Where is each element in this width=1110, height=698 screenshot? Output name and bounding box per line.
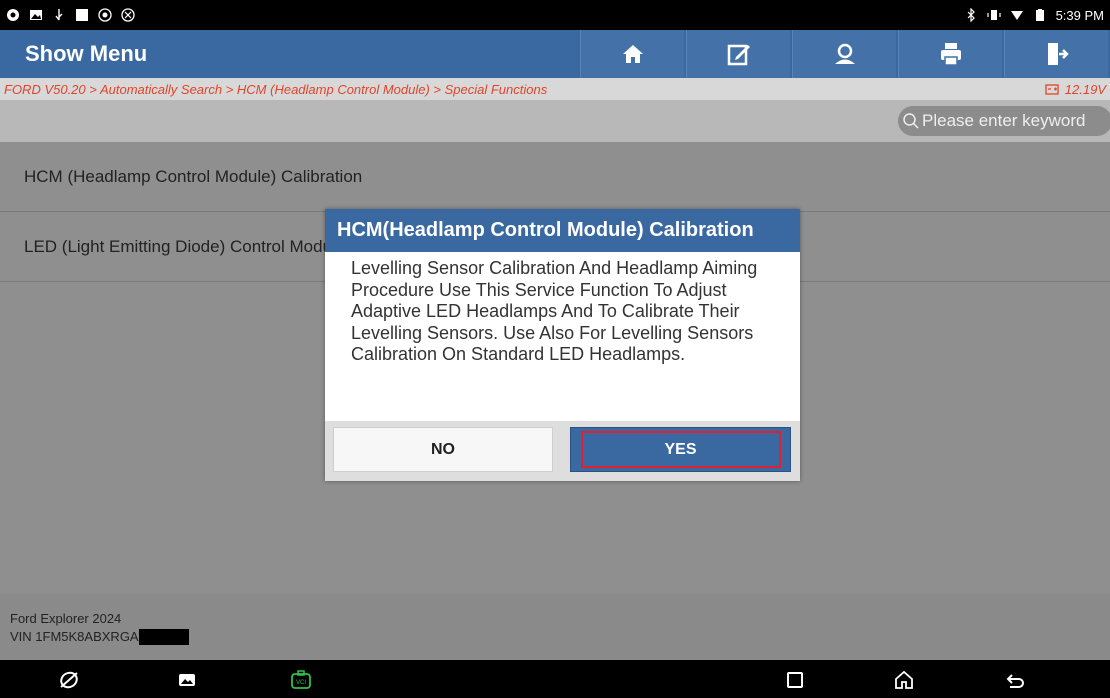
dialog-message: Levelling Sensor Calibration And Headlam…	[351, 258, 758, 364]
no-button[interactable]: NO	[333, 427, 553, 472]
home-nav-icon[interactable]	[893, 669, 915, 691]
home-button[interactable]	[580, 30, 684, 78]
calibration-dialog: HCM(Headlamp Control Module) Calibration…	[325, 209, 800, 481]
support-button[interactable]	[792, 30, 896, 78]
app-header: Show Menu	[0, 30, 1110, 78]
voltage-value: 12.19V	[1064, 81, 1106, 97]
status-bar: 5:39 PM	[0, 0, 1110, 30]
status-icons-right: 5:39 PM	[964, 8, 1104, 23]
square-icon	[75, 8, 89, 22]
edit-button[interactable]	[686, 30, 790, 78]
record-icon	[98, 8, 112, 22]
search-strip	[0, 100, 1110, 142]
vehicle-model: Ford Explorer 2024	[10, 611, 122, 626]
page-title: Show Menu	[25, 41, 148, 66]
usb-icon	[52, 8, 66, 22]
home-icon	[622, 45, 643, 63]
search-input[interactable]	[922, 111, 1110, 131]
bluetooth-off-icon	[121, 8, 135, 22]
toolbar	[580, 30, 1110, 78]
edit-icon	[727, 44, 750, 66]
gallery-icon[interactable]	[176, 669, 198, 691]
menu-item-hcm-calibration[interactable]: HCM (Headlamp Control Module) Calibratio…	[0, 142, 1110, 212]
exit-button[interactable]	[1004, 30, 1108, 78]
dialog-actions: NO YES	[325, 421, 800, 481]
status-icons-left	[6, 8, 135, 22]
voltage-indicator: 12.19V	[1045, 82, 1106, 97]
browser-icon[interactable]	[58, 669, 80, 691]
exit-icon	[1047, 43, 1069, 65]
search-box[interactable]	[898, 106, 1110, 136]
print-button[interactable]	[898, 30, 1002, 78]
dialog-title: HCM(Headlamp Control Module) Calibration	[325, 209, 800, 252]
yes-button-highlight	[581, 431, 781, 468]
nav-bar: VCI	[0, 660, 1110, 698]
recent-apps-icon[interactable]	[784, 669, 806, 691]
menu-item-label: LED (Light Emitting Diode) Control Modul…	[24, 236, 346, 256]
status-time: 5:39 PM	[1055, 7, 1104, 23]
no-button-label: NO	[431, 440, 455, 458]
image-icon	[29, 8, 43, 22]
vci-icon[interactable]: VCI	[290, 669, 312, 691]
vin-redaction	[138, 629, 189, 645]
search-icon	[903, 113, 919, 129]
vehicle-vin: VIN 1FM5K8ABXRGA	[10, 629, 139, 644]
wifi-icon	[1010, 8, 1024, 22]
vibrate-icon	[986, 8, 1001, 22]
breadcrumb: FORD V50.20 > Automatically Search > HCM…	[4, 81, 548, 97]
chrome-icon	[6, 8, 20, 22]
vin-line: VIN 1FM5K8ABXRGA	[10, 628, 1110, 646]
svg-text:VCI: VCI	[296, 680, 306, 686]
vehicle-info: Ford Explorer 2024 VIN 1FM5K8ABXRGA	[0, 594, 1110, 660]
bluetooth-icon	[964, 8, 978, 22]
support-icon	[834, 43, 855, 64]
battery-icon	[1033, 8, 1047, 22]
menu-item-label: HCM (Headlamp Control Module) Calibratio…	[24, 166, 363, 186]
yes-button[interactable]: YES	[570, 427, 791, 472]
back-icon[interactable]	[1005, 669, 1027, 691]
print-icon	[940, 43, 961, 66]
breadcrumb-bar: FORD V50.20 > Automatically Search > HCM…	[0, 78, 1110, 100]
battery-voltage-icon	[1045, 84, 1059, 95]
